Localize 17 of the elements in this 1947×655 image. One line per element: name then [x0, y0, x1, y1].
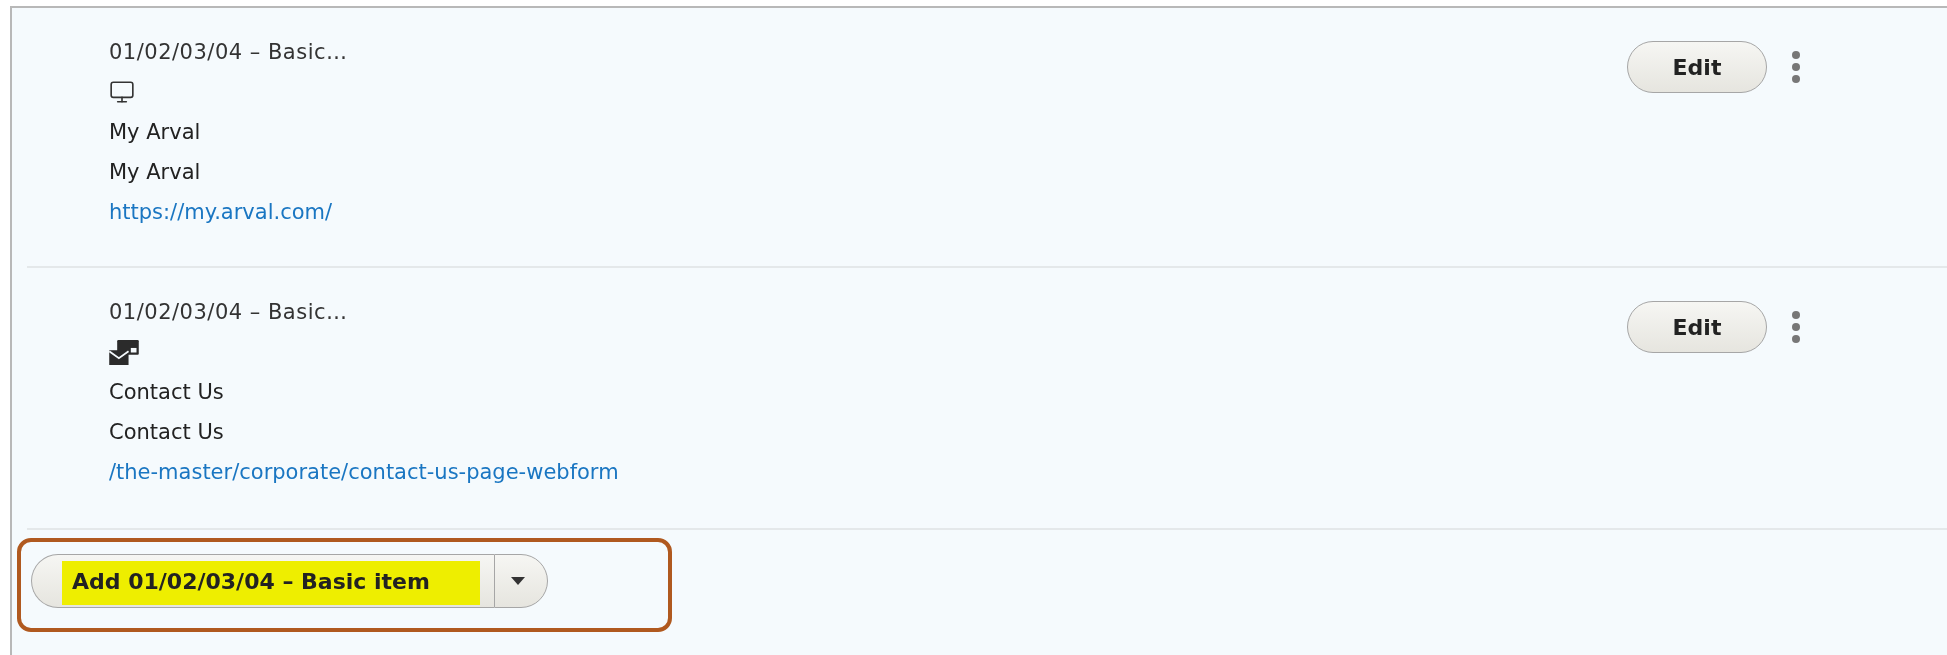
monitor-icon [109, 79, 135, 105]
item-text: Contact Us [109, 379, 225, 406]
dropdown-button[interactable] [493, 554, 548, 608]
item-link[interactable]: https://my.arval.com/ [109, 198, 348, 226]
contact-icon [109, 339, 139, 365]
item-title: 01/02/03/04 – Basic… [109, 39, 348, 66]
item-text: My Arval [109, 159, 202, 186]
more-options-icon[interactable] [1791, 310, 1801, 344]
more-options-icon[interactable] [1791, 50, 1801, 84]
caret-icon [510, 577, 525, 585]
edit-button[interactable]: Edit [1627, 41, 1767, 93]
add-item-button[interactable]: Add 01/02/03/04 – Basic item [31, 554, 494, 608]
item-text: My Arval [109, 119, 202, 146]
item-link[interactable]: /the-master/corporate/contact-us-page-webform [109, 458, 619, 486]
item-text: Contact Us [109, 419, 225, 446]
edit-button[interactable]: Edit [1627, 301, 1767, 353]
item-title: 01/02/03/04 – Basic… [109, 299, 349, 326]
